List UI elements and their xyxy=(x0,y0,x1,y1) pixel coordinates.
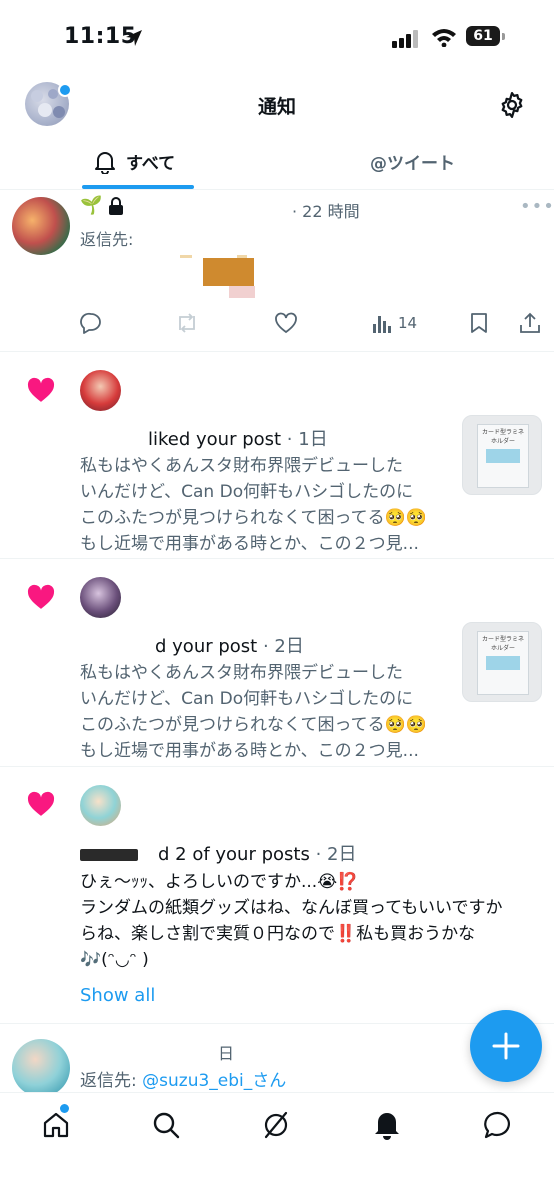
liker-avatar[interactable] xyxy=(80,577,121,618)
post-line: いんだけど、Can Do何軒もハシゴしたのに xyxy=(80,482,414,502)
redacted-username xyxy=(80,849,138,861)
post-line: もし近場で用事がある時とか、この２つ見... xyxy=(80,741,419,761)
reply-to-label: 返信先: xyxy=(80,230,134,249)
home-new-dot xyxy=(60,1104,69,1113)
wifi-icon xyxy=(431,27,457,51)
sprout-icon: 🌱 xyxy=(80,195,103,216)
notifications-bell-icon[interactable] xyxy=(373,1110,401,1144)
divider xyxy=(0,766,554,767)
post-line: ひぇ〜ｯｯ、よろしいのですか...😭⁉️ xyxy=(80,872,359,892)
like-notification-text: d 2 of your posts · 2日 xyxy=(80,840,356,866)
bookmark-icon[interactable] xyxy=(470,312,488,338)
views-icon[interactable] xyxy=(372,312,392,338)
post-timestamp: 日 xyxy=(218,1044,235,1063)
post-preview[interactable]: 私もはやくあんスタ財布界隈デビューした いんだけど、Can Do何軒もハシゴした… xyxy=(80,453,450,557)
post-preview[interactable]: 私もはやくあんスタ財布界隈デビューした いんだけど、Can Do何軒もハシゴした… xyxy=(80,660,450,764)
redacted-image-fragment xyxy=(180,255,192,258)
reply-to-prefix: 返信先: xyxy=(80,1071,143,1091)
divider xyxy=(0,189,554,190)
post-timestamp: · 22 時間 xyxy=(292,202,360,221)
post-line: 私もはやくあんスタ財布界隈デビューした xyxy=(80,456,403,476)
bottom-navigation xyxy=(0,1092,554,1201)
tab-mentions-label: @ツイート xyxy=(370,154,455,174)
settings-gear-icon[interactable] xyxy=(497,90,527,124)
post-thumbnail[interactable]: カード型ラミネホルダー xyxy=(462,415,542,495)
redacted-image-fragment xyxy=(229,286,255,298)
user-avatar[interactable] xyxy=(12,197,70,255)
post-preview[interactable]: ひぇ〜ｯｯ、よろしいのですか...😭⁉️ ランダムの紙類グッズはね、なんぼ買って… xyxy=(80,869,520,973)
grok-icon[interactable] xyxy=(262,1111,290,1143)
like-timestamp: · 1日 xyxy=(281,429,328,450)
show-all-link[interactable]: Show all xyxy=(80,985,155,1006)
post-line: ランダムの紙類グッズはね、なんぼ買ってもいいですか xyxy=(80,898,503,918)
bell-icon xyxy=(94,150,116,178)
thumbnail-caption: カード型ラミネホルダー xyxy=(481,636,524,652)
lock-icon xyxy=(108,197,124,219)
post-line: もし近場で用事がある時とか、この２つ見... xyxy=(80,534,419,554)
post-line: このふたつが見つけられなくて困ってる🥺🥺 xyxy=(80,715,427,735)
views-count: 14 xyxy=(398,314,418,332)
plus-icon xyxy=(492,1032,520,1060)
reply-to-label: 返信先: @suzu3_ebi_さん xyxy=(80,1066,286,1091)
like-notification-text: d your post · 2日 xyxy=(80,632,304,658)
home-icon[interactable] xyxy=(42,1111,70,1143)
like-outline-icon[interactable] xyxy=(274,312,298,338)
like-action-text: liked your post xyxy=(148,429,282,450)
redacted-image-fragment xyxy=(203,258,254,286)
divider xyxy=(0,351,554,352)
user-avatar[interactable] xyxy=(12,1039,70,1097)
post-thumbnail[interactable]: カード型ラミネホルダー xyxy=(462,622,542,702)
share-icon[interactable] xyxy=(519,312,541,338)
page-title: 通知 xyxy=(257,96,296,118)
like-heart-icon xyxy=(26,584,56,614)
thumbnail-caption: カード型ラミネホルダー xyxy=(481,429,524,445)
post-line: らね、楽しさ割で実質０円なので‼️私も買おうかな xyxy=(80,924,476,944)
tab-all-label: すべて xyxy=(126,154,176,174)
post-line: 私もはやくあんスタ財布界隈デビューした xyxy=(80,663,403,683)
post-line: 🎶(ᵔ◡ᵔ ) xyxy=(80,950,149,970)
messages-icon[interactable] xyxy=(484,1111,512,1143)
compose-button[interactable] xyxy=(470,1010,542,1082)
battery-level: 61 xyxy=(466,26,500,46)
reply-handle-link[interactable]: @suzu3_ebi_さん xyxy=(142,1071,286,1091)
retweet-icon[interactable] xyxy=(175,312,199,338)
like-timestamp: · 2日 xyxy=(257,636,304,657)
like-notification-text: liked your post · 1日 xyxy=(80,425,328,451)
more-options-icon[interactable]: ••• xyxy=(520,196,554,217)
reply-icon[interactable] xyxy=(80,312,102,338)
divider xyxy=(0,558,554,559)
cellular-signal-icon xyxy=(392,30,422,52)
like-timestamp: · 2日 xyxy=(309,844,357,865)
liker-avatar[interactable] xyxy=(80,370,121,411)
post-line: いんだけど、Can Do何軒もハシゴしたのに xyxy=(80,689,414,709)
post-line: このふたつが見つけられなくて困ってる🥺🥺 xyxy=(80,508,427,528)
location-arrow-icon xyxy=(124,28,144,52)
search-icon[interactable] xyxy=(152,1111,180,1143)
like-heart-icon xyxy=(26,377,56,407)
battery-tip xyxy=(502,33,505,40)
like-action-text: d your post xyxy=(155,636,258,657)
like-action-text: d 2 of your posts xyxy=(158,844,310,865)
like-heart-icon xyxy=(26,791,56,821)
liker-avatar[interactable] xyxy=(80,785,121,826)
